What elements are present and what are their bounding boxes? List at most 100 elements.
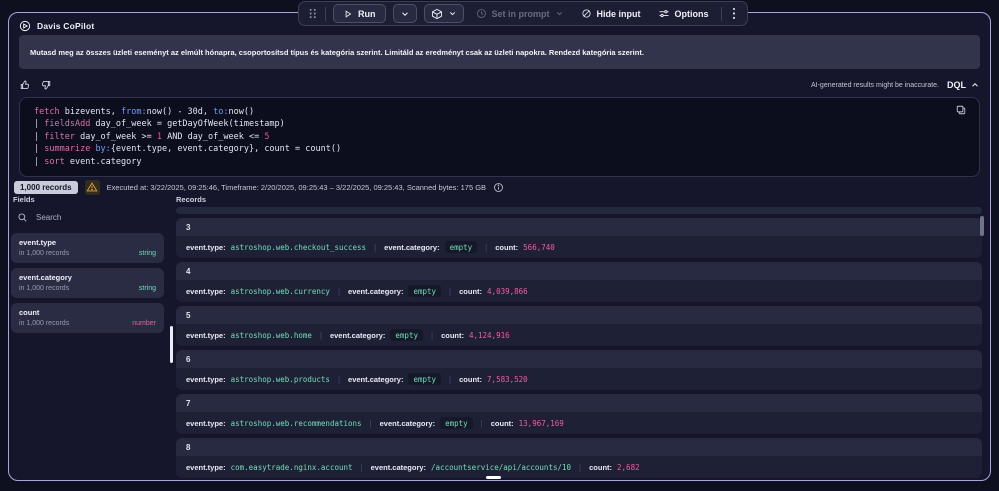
kebab-menu-icon <box>732 7 736 20</box>
event-type-value: com.easytrade.nginx.account <box>231 463 353 472</box>
run-button[interactable]: Run <box>333 4 386 23</box>
dql-query-code: fetch bizevents, from:now() - 30d, to:no… <box>34 106 975 168</box>
query-status-row: 1,000 records Executed at: 3/22/2025, 09… <box>14 179 980 195</box>
record-index: 6 <box>176 350 982 368</box>
code-token: | <box>34 144 44 154</box>
field-card[interactable]: countin 1,000 recordsnumber <box>11 303 164 333</box>
field-type: string <box>139 285 156 292</box>
run-options-dropdown[interactable] <box>393 4 417 23</box>
records-left-scroll-indicator[interactable] <box>170 326 173 363</box>
copilot-panel: Davis CoPilot Mutasd meg az összes üzlet… <box>8 12 991 481</box>
event-type-value: astroshop.web.currency <box>231 287 330 296</box>
separator: | <box>449 375 451 384</box>
event-category-label: event.category: <box>330 331 385 340</box>
code-token: summarize <box>44 144 90 154</box>
clock-icon <box>476 8 487 19</box>
separator: | <box>449 287 451 296</box>
thumbs-up-button[interactable] <box>19 79 31 91</box>
field-type: number <box>132 320 156 327</box>
floating-toolbar: Run Set in prompt <box>298 1 748 26</box>
event-category-value: empty <box>445 241 478 253</box>
code-token: fetch <box>34 107 60 117</box>
code-token: {event.type, event.category}, count = co… <box>111 144 341 154</box>
record-body: event.type:astroshop.web.checkout_succes… <box>176 236 982 258</box>
event-type-label: event.type: <box>186 463 226 472</box>
more-options-button[interactable] <box>729 5 739 22</box>
options-button[interactable]: Options <box>653 5 714 23</box>
record-partial-row <box>176 207 982 214</box>
separator: | <box>361 463 363 472</box>
field-occurrence: in 1,000 records <box>19 250 69 257</box>
event-type-value: astroshop.web.products <box>231 375 330 384</box>
code-token: by: <box>95 144 110 154</box>
separator: | <box>338 375 340 384</box>
count-value: 4,124,916 <box>469 331 510 340</box>
code-token: | <box>34 157 44 167</box>
count-label: count: <box>441 331 464 340</box>
separator: | <box>338 287 340 296</box>
record-index: 4 <box>176 262 982 280</box>
visualization-dropdown[interactable] <box>424 4 464 23</box>
field-name: event.type <box>19 238 156 247</box>
separator: | <box>579 463 581 472</box>
event-category-value: empty <box>408 373 441 385</box>
dql-query-block[interactable]: fetch bizevents, from:now() - 30d, to:no… <box>19 97 980 177</box>
record-body: event.type: com.easytrade.nginx.account | e… <box>176 456 982 478</box>
code-token: 5 <box>264 132 269 142</box>
thumbs-down-button[interactable] <box>40 79 52 91</box>
dql-collapse-toggle[interactable]: DQL <box>947 80 980 90</box>
record-body: event.type:astroshop.web.recommendations… <box>176 412 982 434</box>
code-token: day_of_week >= <box>75 132 157 142</box>
prompt-text: Mutasd meg az összes üzleti eseményt az … <box>30 48 644 57</box>
code-token: filter <box>44 132 75 142</box>
copy-query-button[interactable] <box>955 104 967 116</box>
set-in-prompt-button[interactable]: Set in prompt <box>471 5 569 22</box>
event-type-value: astroshop.web.checkout_success <box>231 243 366 252</box>
chevron-down-icon <box>400 9 410 19</box>
code-token: | <box>34 132 44 142</box>
count-label: count: <box>589 463 612 472</box>
record-card[interactable]: 6event.type:astroshop.web.products|event… <box>176 350 982 390</box>
drag-handle-icon[interactable] <box>307 7 318 20</box>
records-horizontal-scrollbar[interactable] <box>486 476 501 479</box>
code-token: bizevents, <box>60 107 121 117</box>
count-label: count: <box>459 375 482 384</box>
code-line: | filter day_of_week >= 1 AND day_of_wee… <box>34 131 975 143</box>
chevron-down-icon <box>555 9 564 18</box>
field-sub: in 1,000 recordsstring <box>19 285 156 292</box>
field-sub: in 1,000 records number <box>19 320 156 327</box>
code-token: now() <box>229 107 255 117</box>
code-token: fieldsAdd <box>44 119 90 129</box>
fields-panel-title: Fields <box>13 195 35 204</box>
records-panel-title: Records <box>176 195 206 204</box>
record-card[interactable]: 3event.type:astroshop.web.checkout_succe… <box>176 218 982 258</box>
field-name: event.category <box>19 273 156 282</box>
field-card[interactable]: event.category in 1,000 recordsstring <box>11 268 164 298</box>
record-card[interactable]: 4event.type:astroshop.web.currency|event… <box>176 262 982 302</box>
field-card[interactable]: event.type in 1,000 records string <box>11 233 164 263</box>
ai-disclaimer: AI-generated results might be inaccurate… <box>811 82 939 89</box>
hide-input-button[interactable]: Hide input <box>576 5 646 22</box>
code-token: now() - 30d, <box>147 107 214 117</box>
prompt-input[interactable]: Mutasd meg az összes üzleti eseményt az … <box>19 35 980 69</box>
records-vertical-scrollbar[interactable] <box>980 216 984 236</box>
cube-icon <box>431 8 443 20</box>
record-card[interactable]: 8event.type:com.easytrade.nginx.account|… <box>176 438 982 478</box>
event-category-value: empty <box>440 417 473 429</box>
count-value: 7,583,520 <box>487 375 528 384</box>
chevron-down-icon <box>448 9 457 18</box>
info-icon[interactable] <box>493 182 504 193</box>
field-type: string <box>139 250 156 257</box>
record-card[interactable]: 7event.type:astroshop.web.recommendation… <box>176 394 982 434</box>
sliders-icon <box>658 8 670 20</box>
fields-search-input[interactable]: Search <box>17 210 167 225</box>
separator: | <box>481 419 483 428</box>
panel-header: Davis CoPilot <box>19 20 94 32</box>
record-card[interactable]: 5event.type:astroshop.web.home|event.cat… <box>176 306 982 346</box>
record-index: 7 <box>176 394 982 412</box>
warning-icon <box>85 180 100 195</box>
separator: | <box>370 419 372 428</box>
event-category-label: event.category: <box>371 463 426 472</box>
field-occurrence: in 1,000 records <box>19 320 69 327</box>
event-category-value: /accountservice/api/accounts/10 <box>431 463 571 472</box>
